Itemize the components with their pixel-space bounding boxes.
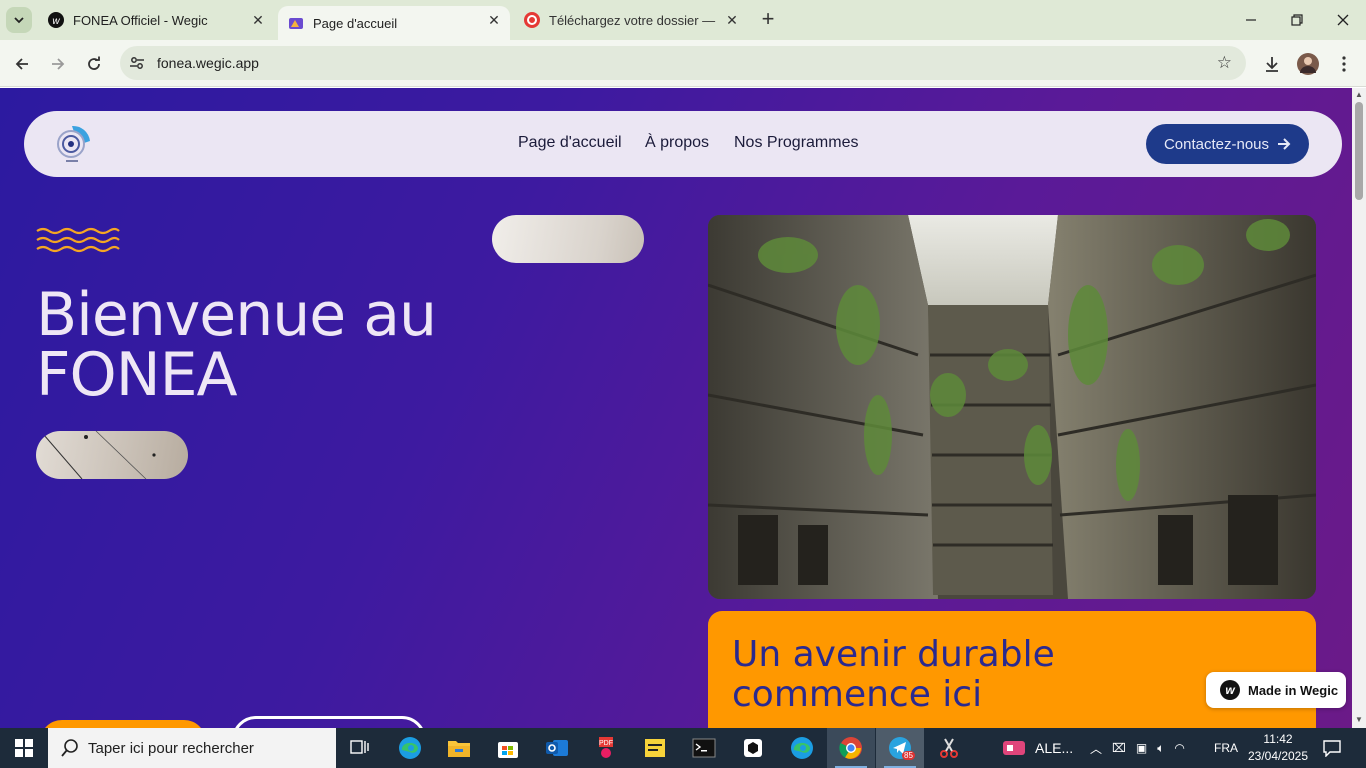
secondary-cta-button[interactable]: [232, 716, 426, 728]
system-tray-icons: ︿ ⌧ ▣ 🔈︎ ◠: [1090, 728, 1185, 768]
meet-now-icon[interactable]: ▣: [1136, 741, 1147, 755]
tray-app-item[interactable]: ALE...: [1002, 728, 1073, 768]
badge-label: Made in Wegic: [1248, 682, 1339, 698]
address-bar[interactable]: fonea.wegic.app ☆: [120, 46, 1246, 80]
close-tab-icon[interactable]: ✕: [724, 12, 740, 28]
show-hidden-icons-icon[interactable]: ︿: [1090, 740, 1102, 757]
wegic-logo-icon: w: [1220, 680, 1240, 700]
file-explorer-icon[interactable]: [435, 728, 483, 768]
browser-menu-icon[interactable]: [1330, 50, 1358, 78]
alert-app-icon: [1003, 741, 1025, 755]
notifications-icon[interactable]: [1322, 728, 1342, 768]
clock-date: 23/04/2025: [1247, 749, 1309, 763]
windows-start-button[interactable]: [0, 728, 48, 768]
windows-logo-icon: [15, 739, 33, 757]
language-indicator[interactable]: FRA: [1214, 728, 1238, 768]
package-app-icon[interactable]: [729, 728, 777, 768]
notification-badge: 85: [902, 751, 915, 760]
network-adapter-icon[interactable]: ⌧: [1112, 741, 1126, 755]
tab-telechargez-dossier[interactable]: Téléchargez votre dossier — Co ✕: [516, 0, 748, 40]
site-favicon-icon: [289, 18, 303, 29]
windows-taskbar: Taper ici pour rechercher PDF 85 ALE... …: [0, 728, 1366, 768]
reload-icon[interactable]: [80, 50, 108, 78]
decorative-pill-image: [36, 431, 188, 479]
wifi-icon[interactable]: ◠: [1174, 741, 1184, 755]
site-navbar: Page d'accueil À propos Nos Programmes C…: [24, 111, 1342, 177]
tray-app-label: ALE...: [1035, 740, 1074, 756]
refresh-favicon-icon: [524, 12, 540, 28]
close-tab-icon[interactable]: ✕: [486, 12, 502, 28]
fonea-logo-icon[interactable]: [54, 123, 94, 165]
bookmark-star-icon[interactable]: ☆: [1217, 53, 1232, 73]
terminal-icon[interactable]: [680, 728, 728, 768]
tab-title: Téléchargez votre dossier — Co: [549, 12, 717, 28]
chevron-down-icon: [14, 17, 24, 24]
taskbar-search-box[interactable]: Taper ici pour rechercher: [48, 728, 336, 768]
browser-tab-strip: w FONEA Officiel - Wegic ✕ Page d'accuei…: [0, 0, 1366, 40]
url-text[interactable]: fonea.wegic.app: [157, 55, 259, 71]
decorative-waves-icon: [36, 227, 120, 253]
hero-photo: [708, 215, 1316, 599]
nav-link-a-propos[interactable]: À propos: [645, 134, 709, 152]
telegram-icon[interactable]: 85: [876, 728, 924, 768]
highlight-card-text: Un avenir durable commence ici: [732, 634, 1055, 715]
forward-icon[interactable]: [44, 50, 72, 78]
profile-avatar[interactable]: [1294, 50, 1322, 78]
outlook-icon[interactable]: [533, 728, 581, 768]
page-scrollbar[interactable]: ▲ ▼: [1352, 88, 1366, 728]
scissors-app-icon[interactable]: [925, 728, 973, 768]
svg-text:w: w: [52, 16, 60, 27]
site-settings-icon[interactable]: [129, 55, 145, 71]
scrollbar-thumb[interactable]: [1355, 102, 1363, 200]
nav-link-accueil[interactable]: Page d'accueil: [518, 134, 622, 152]
decorative-pill-image: [492, 215, 644, 263]
restore-icon[interactable]: [1274, 0, 1320, 40]
tab-title: Page d'accueil: [313, 15, 398, 31]
hero-title: Bienvenue au FONEA: [36, 280, 437, 410]
volume-icon[interactable]: 🔈︎: [1157, 741, 1164, 756]
close-tab-icon[interactable]: ✕: [250, 12, 266, 28]
scroll-down-icon[interactable]: ▼: [1355, 716, 1363, 724]
minimize-icon[interactable]: [1228, 0, 1274, 40]
search-icon: [61, 739, 78, 757]
search-placeholder: Taper ici pour rechercher: [88, 739, 254, 757]
clock-time: 11:42: [1263, 732, 1293, 746]
svg-text:PDF: PDF: [599, 740, 613, 747]
tab-fonea-officiel[interactable]: w FONEA Officiel - Wegic ✕: [40, 0, 274, 40]
scroll-up-icon[interactable]: ▲: [1355, 91, 1363, 99]
chrome-icon[interactable]: [827, 728, 875, 768]
page-viewport: Page d'accueil À propos Nos Programmes C…: [0, 88, 1352, 728]
contact-button-label: Contactez-nous: [1163, 135, 1270, 153]
edge-icon[interactable]: [778, 728, 826, 768]
browser-toolbar: fonea.wegic.app ☆: [0, 40, 1366, 87]
tab-search-button[interactable]: [6, 7, 32, 33]
wegic-favicon-icon: w: [48, 12, 64, 28]
close-window-icon[interactable]: [1320, 0, 1366, 40]
primary-cta-button[interactable]: [40, 720, 206, 728]
highlight-card: Un avenir durable commence ici: [708, 611, 1316, 728]
system-clock[interactable]: 11:42 23/04/2025: [1242, 731, 1314, 765]
contact-button[interactable]: Contactez-nous: [1146, 124, 1309, 164]
microsoft-store-icon[interactable]: [484, 728, 532, 768]
made-in-wegic-badge[interactable]: w Made in Wegic: [1206, 672, 1346, 708]
task-view-icon[interactable]: [336, 728, 384, 768]
tab-title: FONEA Officiel - Wegic: [73, 12, 208, 28]
download-icon[interactable]: [1258, 50, 1286, 78]
pdf-app-icon[interactable]: PDF: [582, 728, 630, 768]
arrow-right-icon: [1278, 138, 1291, 150]
new-tab-button[interactable]: +: [757, 8, 779, 30]
back-icon[interactable]: [8, 50, 36, 78]
tab-page-accueil[interactable]: Page d'accueil ✕: [278, 6, 510, 40]
nav-link-programmes[interactable]: Nos Programmes: [734, 134, 858, 152]
edge-icon[interactable]: [386, 728, 434, 768]
sticky-notes-icon[interactable]: [631, 728, 679, 768]
